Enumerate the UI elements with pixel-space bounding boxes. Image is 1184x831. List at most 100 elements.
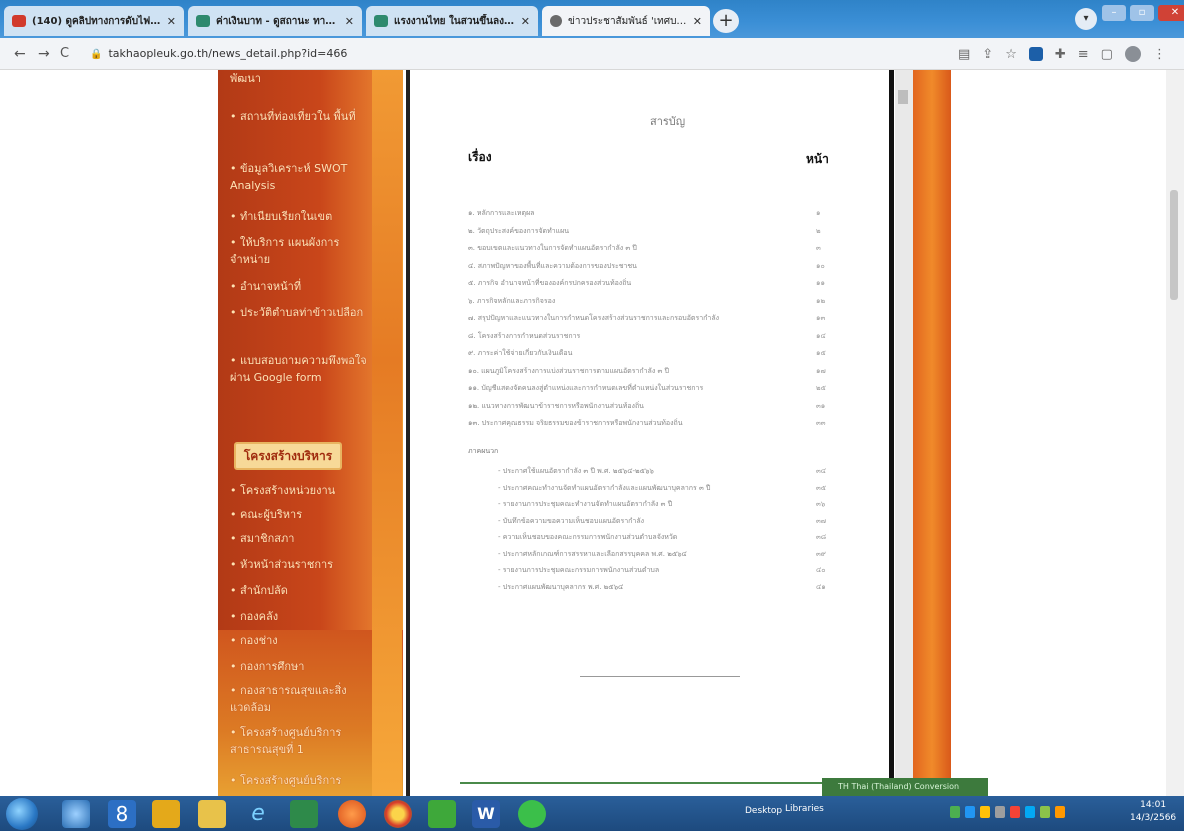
appendix-page-number: ๓๕ (816, 483, 827, 492)
sidebar-item[interactable]: • อำนาจหน้าที่ (230, 278, 370, 295)
appendix-label: ภาคผนวก (468, 447, 499, 455)
clock[interactable]: 14:01 14/3/2566 (1130, 799, 1176, 825)
sidepanel-icon[interactable]: ▢ (1101, 47, 1113, 62)
document-border (889, 70, 894, 796)
word-icon[interactable]: W (472, 800, 500, 828)
structure-item[interactable]: • กองคลัง (230, 608, 370, 625)
ie-icon[interactable]: e (244, 800, 272, 828)
close-icon[interactable]: ✕ (345, 15, 354, 28)
reading-list-icon[interactable]: ≡ (1078, 47, 1089, 62)
libraries-label[interactable]: Libraries (785, 804, 824, 814)
minimize-icon[interactable]: – (1102, 5, 1126, 21)
toc-page-number: ๒๕ (816, 384, 826, 392)
tab-1[interactable]: (140) ดูคลิปทางการดับไฟ 6 บาท ✕ (4, 6, 184, 36)
tab-4-title: ข่าวประชาสัมพันธ์ 'เทศบาลตำบล (568, 15, 687, 27)
scroll-thumb[interactable] (1170, 190, 1178, 300)
tab-3[interactable]: แรงงานไทย ในสวนขึ้นลงเชิงทาง ✕ (366, 6, 538, 36)
back-button[interactable]: ← (14, 46, 26, 62)
sidebar-item[interactable]: • แบบสอบถามความพึงพอใจผ่าน Google form (230, 352, 370, 386)
tray-icon[interactable] (1025, 806, 1035, 818)
star-icon[interactable]: ☆ (1005, 47, 1017, 62)
clock-date: 14/3/2566 (1130, 813, 1177, 823)
appendix-page-number: ๔๐ (816, 566, 826, 574)
sheet-icon (196, 15, 210, 27)
chat-icon[interactable] (518, 800, 546, 828)
maximize-icon[interactable]: ▫ (1130, 5, 1154, 21)
document-scrollbar[interactable] (895, 70, 913, 796)
address-bar: ← → C 🔒 takhaopleuk.go.th/news_detail.php… (0, 38, 1184, 70)
page-scrollbar[interactable] (1166, 70, 1184, 796)
appendix-entry: - รายงานการประชุมคณะทำงานจัดทำแผนอัตรากำ… (498, 500, 673, 508)
profile-avatar[interactable] (1124, 46, 1141, 62)
url-field[interactable]: 🔒 takhaopleuk.go.th/news_detail.php?id=46… (86, 43, 946, 65)
structure-item[interactable]: • กองสาธารณสุขและสิ่งแวดล้อม (230, 682, 370, 716)
tray-icon[interactable] (1040, 806, 1050, 818)
structure-item[interactable]: • สำนักปลัด (230, 582, 370, 599)
excel-icon[interactable] (290, 800, 318, 828)
close-icon[interactable]: ✕ (167, 15, 176, 28)
sidebar-item[interactable]: • ข้อมูลวิเคราะห์ SWOT Analysis (230, 160, 370, 194)
toc-entry: ๑. หลักการและเหตุผล (468, 209, 535, 217)
tab-3-title: แรงงานไทย ในสวนขึ้นลงเชิงทาง (394, 15, 515, 27)
tab-search-icon[interactable]: ▾ (1075, 8, 1097, 30)
close-icon[interactable]: ✕ (521, 15, 530, 28)
folder-icon[interactable] (198, 800, 226, 828)
volume-icon[interactable] (1055, 806, 1065, 818)
sidebar-item[interactable]: • ทำเนียบเรียกในเขต (230, 208, 370, 225)
sidebar-item[interactable]: พัฒนา (230, 70, 370, 87)
menu-icon[interactable]: ⋮ (1153, 47, 1166, 62)
start-button[interactable] (6, 798, 38, 830)
window-close-icon[interactable]: ✕ (1158, 5, 1184, 21)
opera-icon[interactable] (338, 800, 366, 828)
close-icon[interactable]: ✕ (693, 15, 702, 28)
chrome-icon[interactable] (384, 800, 412, 828)
structure-item[interactable]: • สมาชิกสภา (230, 530, 370, 547)
app-icon[interactable]: 8 (108, 800, 136, 828)
desktop-label[interactable]: Desktop (745, 806, 782, 816)
structure-item[interactable]: • โครงสร้างศูนย์บริการสาธารณสุขที่ 1 (230, 724, 370, 758)
tray-icon[interactable] (1010, 806, 1020, 818)
media-icon[interactable] (152, 800, 180, 828)
toc-entry: ๗. สรุปปัญหาและแนวทางในการกำหนดโครงสร้าง… (468, 314, 720, 322)
tray-icon[interactable] (950, 806, 960, 818)
toc-entry: ๙. ภาระค่าใช้จ่ายเกี่ยวกับเงินเดือน (468, 349, 573, 357)
line-icon[interactable] (428, 800, 456, 828)
document-viewer: สารบัญ เรื่อง หน้า ๑. หลักการและเหตุผล๑๒… (410, 70, 890, 796)
structure-item[interactable]: • หัวหน้าส่วนราชการ (230, 556, 370, 573)
clock-time: 14:01 (1140, 800, 1167, 810)
sidebar-item[interactable]: • ประวัติตำบลท่าข้าวเปลือก (230, 304, 370, 321)
page-icon[interactable]: ▤ (958, 47, 970, 62)
toc-page-number: ๑๗ (816, 366, 826, 375)
tray-icon[interactable] (995, 806, 1005, 818)
sidebar-item[interactable]: • สถานที่ท่องเที่ยวใน พื้นที่ (230, 108, 370, 125)
sidebar-item[interactable]: • ให้บริการ แผนผังการจำหน่าย (230, 234, 370, 268)
browser-icon[interactable] (62, 800, 90, 828)
sheet-icon (374, 15, 388, 27)
extension-icon[interactable] (1028, 47, 1043, 61)
tray-icon[interactable] (965, 806, 975, 818)
tab-1-title: (140) ดูคลิปทางการดับไฟ 6 บาท (32, 15, 161, 27)
appendix-entry: - รายงานการประชุมคณะกรรมการพนักงานส่วนตำ… (498, 566, 660, 574)
forward-button[interactable]: → (38, 46, 50, 62)
taskbar: 8 e W Desktop Libraries 14:01 14/3/2566 (0, 796, 1184, 831)
tab-4-active[interactable]: ข่าวประชาสัมพันธ์ 'เทศบาลตำบล ✕ (542, 6, 710, 36)
reload-button[interactable]: C (60, 46, 69, 61)
new-tab-button[interactable]: + (713, 9, 739, 33)
structure-item[interactable]: • คณะผู้บริหาร (230, 506, 370, 523)
tab-2[interactable]: ค่าเงินบาท - ดูสถานะ ทางออก ✕ (188, 6, 362, 36)
tray-icon[interactable] (980, 806, 990, 818)
toc-entry: ๑๓. ประกาศคุณธรรม จริยธรรมของข้าราชการหร… (468, 419, 683, 427)
puzzle-icon[interactable]: ✚ (1055, 47, 1066, 62)
scroll-thumb[interactable] (898, 90, 908, 104)
share-icon[interactable]: ⇪ (982, 47, 993, 62)
toc-page-number: ๑ (816, 209, 821, 217)
structure-item[interactable]: • โครงสร้างหน่วยงาน (230, 482, 370, 499)
toc-entry: ๑๐. แผนภูมิโครงสร้างการแบ่งส่วนราชการตาม… (468, 366, 669, 375)
structure-item[interactable]: • กองการศึกษา (230, 658, 370, 675)
structure-item[interactable]: • กองช่าง (230, 632, 370, 649)
appendix-page-number: ๓๖ (816, 500, 826, 508)
toc-page-number: ๑๑ (816, 279, 825, 287)
structure-item[interactable]: • โครงสร้างศูนย์บริการ (230, 772, 370, 789)
youtube-icon (12, 15, 26, 27)
language-bar[interactable]: TH Thai (Thailand) Conversion (822, 778, 988, 796)
